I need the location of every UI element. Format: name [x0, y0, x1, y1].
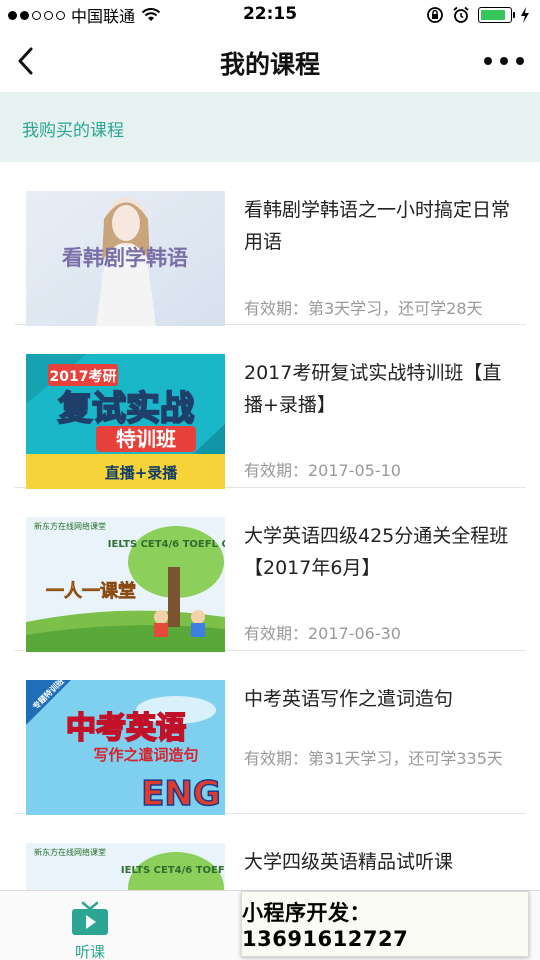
thumb-brand: 新东方在线网络课堂	[34, 847, 106, 857]
charging-icon	[521, 7, 529, 23]
course-list[interactable]: 看韩剧学韩语 看韩剧学韩语之一小时搞定日常用语 有效期：第3天学习，还可学28天…	[0, 162, 540, 890]
tab-listen[interactable]: 听课	[0, 891, 180, 960]
course-item[interactable]: 新东方在线网络课堂 IELTS CET4/6 TOEFL GRE 一人一课堂 大…	[14, 488, 526, 652]
battery-icon	[478, 7, 515, 23]
section-title: 我购买的课程	[22, 121, 124, 141]
course-thumbnail[interactable]: 专题特训班 中考英语 写作之遣词造句 ENG	[26, 680, 225, 815]
course-title: 看韩剧学韩语之一小时搞定日常用语	[244, 199, 511, 253]
course-validity: 有效期：2017-05-10	[244, 461, 401, 480]
thumb-tag: 2017考研	[50, 368, 117, 385]
course-thumbnail[interactable]: 新东方在线网络课堂 IELTS CET4/6 TOEFL	[26, 843, 225, 890]
thumb-sub: 特训班	[116, 427, 176, 451]
course-validity: 有效期：2017-06-30	[244, 624, 401, 643]
zhongkao-course-image: 专题特训班 中考英语 写作之遣词造句 ENG	[26, 680, 225, 815]
course-validity: 有效期：第31天学习，还可学335天	[244, 749, 503, 768]
korean-course-image: 看韩剧学韩语	[26, 191, 225, 326]
thumb-text: 看韩剧学韩语	[62, 246, 188, 270]
promo-banner: 小程序开发：13691612727	[241, 891, 529, 957]
thumb-words: IELTS CET4/6 TOEFL GRE	[108, 539, 225, 550]
navigation-bar: 我的课程	[0, 30, 540, 92]
course-thumbnail[interactable]: 2017考研 复试实战 特训班 直播+录播	[26, 354, 225, 489]
course-validity: 有效期：第3天学习，还可学28天	[244, 299, 483, 318]
course-item[interactable]: 看韩剧学韩语 看韩剧学韩语之一小时搞定日常用语 有效期：第3天学习，还可学28天	[14, 162, 526, 326]
thumb-sub: 写作之遣词造句	[93, 746, 198, 764]
course-title: 中考英语写作之遣词造句	[244, 688, 454, 710]
more-horizontal-icon	[484, 57, 492, 65]
battery-level	[481, 10, 505, 20]
cet4-course-image: 新东方在线网络课堂 IELTS CET4/6 TOEFL GRE 一人一课堂	[26, 517, 225, 652]
thumb-bottom: 直播+录播	[105, 464, 179, 482]
course-thumbnail[interactable]: 看韩剧学韩语	[26, 191, 225, 326]
section-header: 我购买的课程	[0, 92, 540, 162]
promo-text: 小程序开发：13691612727	[242, 901, 409, 951]
tv-play-icon	[72, 901, 108, 935]
alarm-icon	[453, 6, 469, 23]
thumb-brand: 新东方在线网络课堂	[34, 521, 106, 531]
thumb-words: IELTS CET4/6 TOEFL	[121, 865, 225, 876]
more-button[interactable]	[484, 48, 524, 74]
thumb-main: 复试实战	[58, 389, 194, 429]
course-title: 大学英语四级425分通关全程班 【2017年6月】	[244, 525, 509, 579]
rotation-lock-icon	[427, 7, 443, 23]
exam-course-image: 2017考研 复试实战 特训班 直播+录播	[26, 354, 225, 489]
course-title: 大学四级英语精品试听课	[244, 851, 454, 873]
course-item[interactable]: 专题特训班 中考英语 写作之遣词造句 ENG 中考英语写作之遣词造句 有效期：第…	[14, 651, 526, 815]
cet4-trial-course-image: 新东方在线网络课堂 IELTS CET4/6 TOEFL	[26, 843, 225, 890]
page-title: 我的课程	[219, 50, 320, 79]
course-title: 2017考研复试实战特训班【直播+录播】	[244, 362, 502, 416]
course-item[interactable]: 新东方在线网络课堂 IELTS CET4/6 TOEFL 大学四级英语精品试听课	[14, 814, 526, 890]
course-thumbnail[interactable]: 新东方在线网络课堂 IELTS CET4/6 TOEFL GRE 一人一课堂	[26, 517, 225, 652]
status-bar: 中国联通 22:15	[0, 0, 540, 30]
thumb-bottom: ENG	[141, 774, 221, 814]
tab-label: 听课	[74, 943, 105, 960]
thumb-main: 中考英语	[66, 711, 186, 746]
course-item[interactable]: 2017考研 复试实战 特训班 直播+录播 2017考研复试实战特训班【直播+录…	[14, 325, 526, 489]
thumb-main: 一人一课堂	[46, 580, 136, 602]
